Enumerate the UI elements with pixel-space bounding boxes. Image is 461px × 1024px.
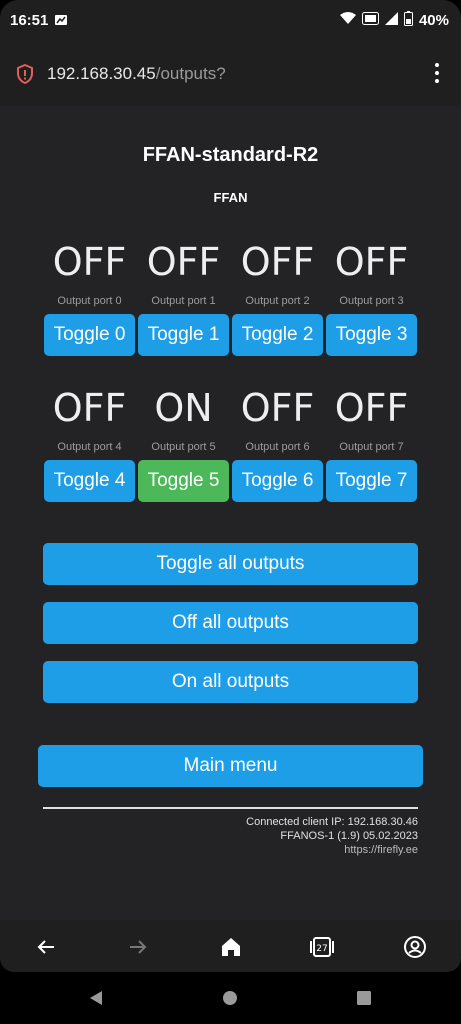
version-text: FFANOS-1 (1.9) 05.02.2023	[280, 830, 418, 842]
port-label: Output port 5	[151, 441, 216, 453]
wifi-icon	[339, 12, 356, 29]
port-state: OFF	[334, 240, 409, 284]
port-label: Output port 3	[339, 295, 404, 307]
toggle-4-button[interactable]: Toggle 4	[44, 460, 135, 502]
page-subtitle: FFAN	[213, 190, 248, 205]
kebab-icon[interactable]	[433, 63, 441, 85]
status-time: 16:51	[10, 12, 49, 29]
port-3: OFF Output port 3 Toggle 3	[326, 240, 417, 356]
url-text[interactable]: 192.168.30.45/outputs?	[47, 64, 226, 84]
browser-nav-bar: 27	[0, 920, 461, 972]
toggle-5-button[interactable]: Toggle 5	[138, 460, 229, 502]
forward-arrow-icon[interactable]	[126, 935, 150, 959]
footer-divider	[43, 807, 418, 809]
toggle-all-button[interactable]: Toggle all outputs	[43, 543, 418, 585]
system-nav-bar	[0, 972, 461, 1024]
status-right: 40%	[339, 11, 449, 30]
port-state: OFF	[146, 240, 221, 284]
account-icon[interactable]	[403, 935, 427, 959]
volte-icon	[361, 12, 379, 29]
main-menu-button[interactable]: Main menu	[38, 745, 423, 787]
port-label: Output port 1	[151, 295, 216, 307]
toggle-3-button[interactable]: Toggle 3	[326, 314, 417, 356]
ports-row-1: OFF Output port 0 Toggle 0 OFF Output po…	[44, 240, 417, 356]
port-7: OFF Output port 7 Toggle 7	[326, 386, 417, 502]
port-2: OFF Output port 2 Toggle 2	[232, 240, 323, 356]
url-path: /outputs?	[155, 64, 226, 83]
port-state: OFF	[52, 240, 127, 284]
tab-count: 27	[316, 944, 327, 954]
port-state: OFF	[52, 386, 127, 430]
system-recents-icon[interactable]	[356, 990, 372, 1011]
port-0: OFF Output port 0 Toggle 0	[44, 240, 135, 356]
page-content: FFAN-standard-R2 FFAN OFF Output port 0 …	[0, 106, 461, 920]
battery-icon	[403, 11, 413, 30]
tabs-icon[interactable]: 27	[310, 935, 334, 959]
on-all-button[interactable]: On all outputs	[43, 661, 418, 703]
port-label: Output port 4	[57, 441, 122, 453]
signal-icon	[384, 12, 398, 29]
port-5: ON Output port 5 Toggle 5	[138, 386, 229, 502]
port-6: OFF Output port 6 Toggle 6	[232, 386, 323, 502]
port-label: Output port 2	[245, 295, 310, 307]
toggle-6-button[interactable]: Toggle 6	[232, 460, 323, 502]
url-host: 192.168.30.45	[47, 64, 156, 83]
toggle-1-button[interactable]: Toggle 1	[138, 314, 229, 356]
home-icon[interactable]	[219, 935, 243, 959]
port-state: OFF	[334, 386, 409, 430]
off-all-button[interactable]: Off all outputs	[43, 602, 418, 644]
ports-row-2: OFF Output port 4 Toggle 4 ON Output por…	[44, 386, 417, 502]
client-ip-text: Connected client IP: 192.168.30.46	[246, 816, 418, 828]
system-home-icon[interactable]	[222, 990, 238, 1011]
footer: Connected client IP: 192.168.30.46 FFANO…	[246, 815, 418, 857]
port-4: OFF Output port 4 Toggle 4	[44, 386, 135, 502]
image-icon	[54, 13, 68, 32]
port-state: OFF	[240, 386, 315, 430]
toggle-0-button[interactable]: Toggle 0	[44, 314, 135, 356]
toggle-7-button[interactable]: Toggle 7	[326, 460, 417, 502]
page-title: FFAN-standard-R2	[142, 144, 319, 166]
status-bar: 16:51 40%	[0, 0, 461, 44]
port-label: Output port 7	[339, 441, 404, 453]
site-link[interactable]: https://firefly.ee	[246, 843, 418, 857]
browser-url-bar[interactable]: 192.168.30.45/outputs?	[0, 44, 461, 106]
toggle-2-button[interactable]: Toggle 2	[232, 314, 323, 356]
port-label: Output port 0	[57, 295, 122, 307]
back-arrow-icon[interactable]	[34, 935, 58, 959]
port-state: OFF	[240, 240, 315, 284]
port-label: Output port 6	[245, 441, 310, 453]
port-1: OFF Output port 1 Toggle 1	[138, 240, 229, 356]
shield-alert-icon[interactable]	[16, 63, 34, 85]
system-back-icon[interactable]	[88, 990, 104, 1011]
phone-screen: 16:51 40% 192.168.30.45/outputs? FFAN-st…	[0, 0, 461, 1024]
battery-percent: 40%	[418, 12, 449, 29]
port-state: ON	[154, 386, 213, 430]
